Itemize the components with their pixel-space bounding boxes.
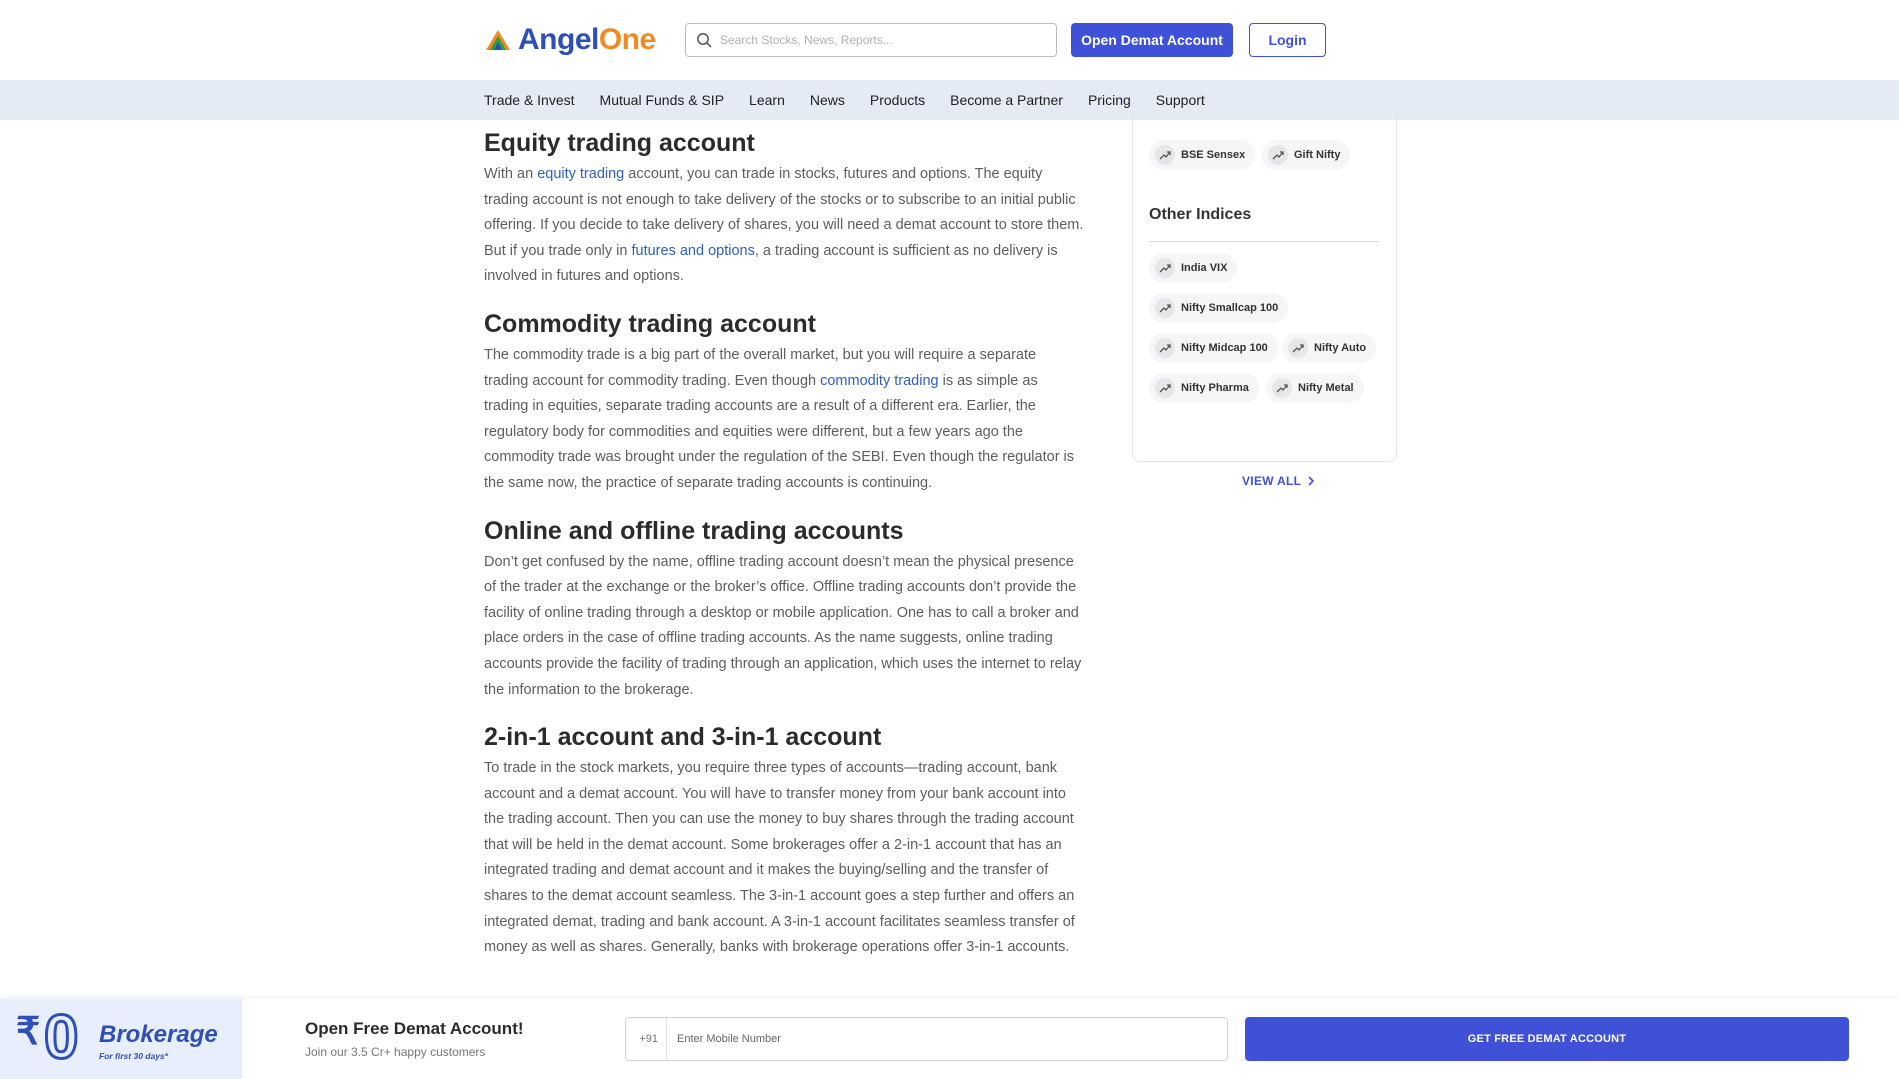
angelone-logo[interactable]: AngelOne <box>484 22 656 58</box>
nav-item-trade-invest[interactable]: Trade & Invest <box>484 92 575 108</box>
cta-title: Open Free Demat Account! <box>305 1019 524 1038</box>
angelone-logo-icon <box>486 30 510 50</box>
section-title-2in1-3in1: 2-in-1 account and 3-in-1 account <box>484 723 882 752</box>
bottom-signup-bar: ₹ 0 Brokerage For first 30 days* Open Fr… <box>0 999 1899 1079</box>
nav-list: Trade & Invest Mutual Funds & SIP Learn … <box>484 80 1230 120</box>
divider <box>666 1018 667 1060</box>
country-code: +91 <box>639 1033 658 1045</box>
get-free-demat-account-button[interactable]: GET FREE DEMAT ACCOUNT <box>1245 1017 1849 1061</box>
trend-up-icon <box>1155 378 1175 398</box>
zero-brokerage-banner: ₹ 0 Brokerage For first 30 days* <box>0 999 242 1079</box>
cta-subtitle: Join our 3.5 Cr+ happy customers <box>305 1045 486 1059</box>
section-text-online-offline: Don’t get confused by the name, offline … <box>484 553 1082 698</box>
nav-item-support[interactable]: Support <box>1156 92 1205 108</box>
trend-up-icon <box>1155 258 1175 278</box>
nav-item-learn[interactable]: Learn <box>749 92 785 108</box>
index-chip-label: BSE Sensex <box>1181 149 1246 161</box>
link-futures-options[interactable]: futures and options <box>632 243 755 259</box>
index-chip-label: India VIX <box>1181 262 1228 274</box>
logo-text-one: One <box>598 23 656 56</box>
index-chip-nifty-midcap-100[interactable]: Nifty Midcap 100 <box>1149 333 1278 363</box>
login-button[interactable]: Login <box>1249 23 1326 57</box>
nav-item-mutual-funds[interactable]: Mutual Funds & SIP <box>600 92 725 108</box>
index-chip-gift-nifty[interactable]: Gift Nifty <box>1262 140 1351 170</box>
view-all-link[interactable]: VIEW ALL <box>1242 474 1315 488</box>
index-chip-label: Nifty Pharma <box>1181 382 1249 394</box>
trend-up-icon <box>1272 378 1292 398</box>
search-box[interactable] <box>685 23 1057 57</box>
text-span: is as simple as trading in equities, sep… <box>484 372 1075 491</box>
promo-zero: 0 <box>42 1002 80 1074</box>
article-body: Equity trading account With an equity tr… <box>484 124 1084 976</box>
nav-item-news[interactable]: News <box>810 92 845 108</box>
logo-text-angel: Angel <box>518 23 599 56</box>
open-demat-account-button[interactable]: Open Demat Account <box>1071 23 1233 57</box>
rupee-symbol: ₹ <box>16 1011 41 1053</box>
index-chip-label: Nifty Auto <box>1314 342 1367 354</box>
section-text-2in1-3in1: To trade in the stock markets, you requi… <box>484 760 1075 956</box>
mobile-number-input[interactable] <box>677 1033 1197 1045</box>
view-all-label: VIEW ALL <box>1242 474 1302 488</box>
site-header: AngelOne Open Demat Account Login <box>0 0 1899 80</box>
index-chip-label: Gift Nifty <box>1294 149 1341 161</box>
trend-up-icon <box>1155 338 1175 358</box>
logo-text: AngelOne <box>518 23 656 57</box>
search-icon <box>697 33 712 48</box>
link-equity-trading[interactable]: equity trading <box>537 166 624 182</box>
index-chip-label: Nifty Metal <box>1298 382 1354 394</box>
nav-item-products[interactable]: Products <box>870 92 925 108</box>
link-commodity-trading[interactable]: commodity trading <box>820 373 938 389</box>
trend-up-icon <box>1268 145 1288 165</box>
section-text-equity: With an equity trading account, you can … <box>484 162 1084 290</box>
search-input[interactable] <box>720 33 1040 47</box>
section-title-commodity: Commodity trading account <box>484 309 816 338</box>
section-title-online-offline: Online and offline trading accounts <box>484 516 904 545</box>
trend-up-icon <box>1155 298 1175 318</box>
index-chip-bse-sensex[interactable]: BSE Sensex <box>1149 140 1256 170</box>
index-chip-nifty-metal[interactable]: Nifty Metal <box>1266 373 1364 403</box>
text-span: With an <box>484 166 538 182</box>
promo-title: Brokerage <box>99 1021 218 1048</box>
trend-up-icon <box>1288 338 1308 358</box>
index-chip-label: Nifty Smallcap 100 <box>1181 302 1279 314</box>
nav-item-pricing[interactable]: Pricing <box>1088 92 1131 108</box>
trend-up-icon <box>1155 145 1175 165</box>
index-chip-label: Nifty Midcap 100 <box>1181 342 1268 354</box>
promo-subtitle: For first 30 days* <box>99 1051 168 1061</box>
chevron-right-icon <box>1308 476 1315 486</box>
index-chip-nifty-smallcap-100[interactable]: Nifty Smallcap 100 <box>1149 293 1289 323</box>
section-title-equity: Equity trading account <box>484 129 755 157</box>
section-text-commodity: The commodity trade is a big part of the… <box>484 343 1084 497</box>
other-indices-title: Other Indices <box>1149 206 1252 223</box>
index-chip-india-vix[interactable]: India VIX <box>1149 253 1238 283</box>
index-chip-nifty-pharma[interactable]: Nifty Pharma <box>1149 373 1259 403</box>
nav-item-become-partner[interactable]: Become a Partner <box>950 92 1063 108</box>
mobile-number-field[interactable]: +91 <box>625 1017 1228 1061</box>
index-chip-nifty-auto[interactable]: Nifty Auto <box>1282 333 1377 363</box>
divider <box>1149 241 1379 242</box>
main-nav: Trade & Invest Mutual Funds & SIP Learn … <box>0 80 1899 120</box>
